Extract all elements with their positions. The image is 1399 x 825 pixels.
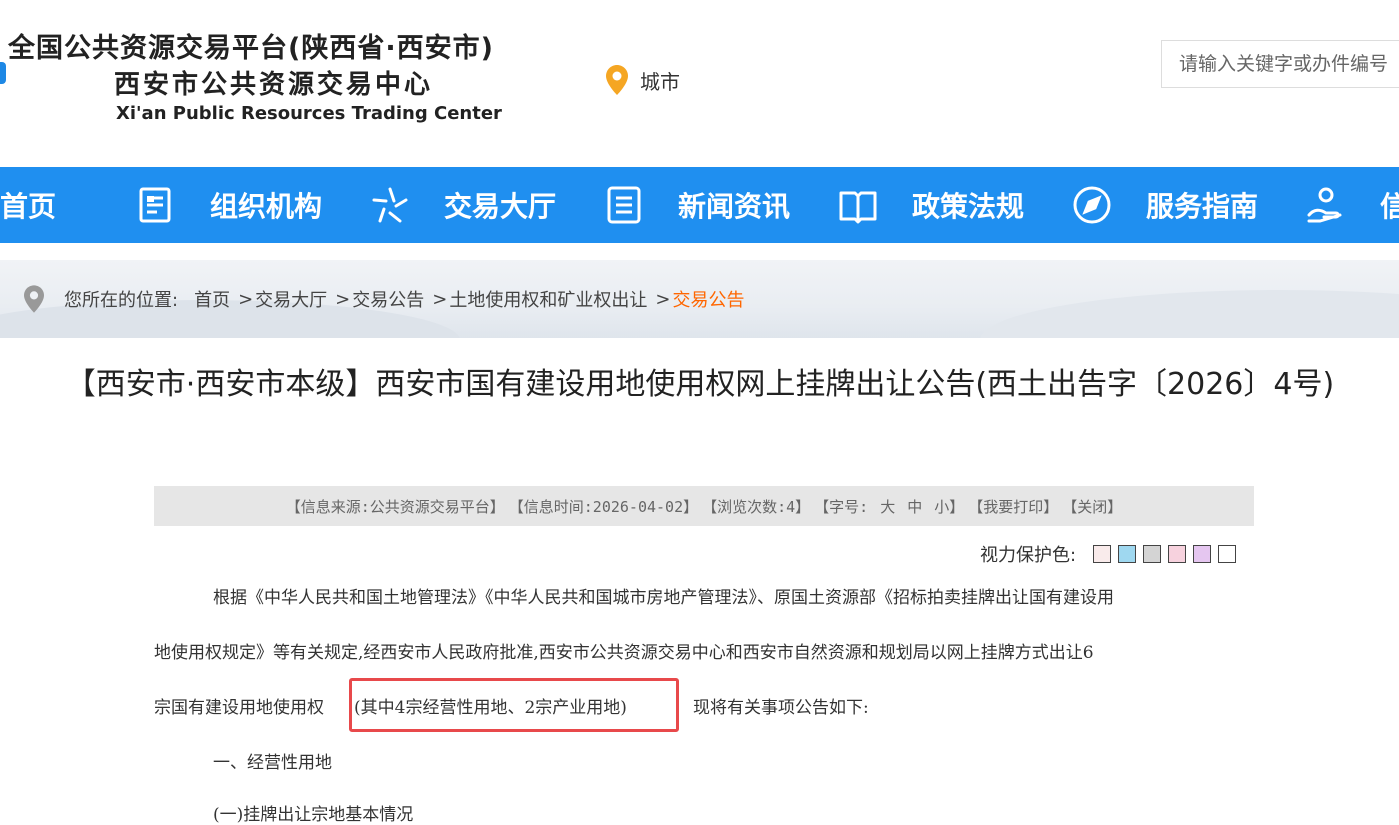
- vision-protection-label: 视力保护色:: [980, 545, 1077, 566]
- city-label: 城市: [640, 69, 680, 94]
- main-nav: 首页 组织机构 交易大厅 新闻资讯 政策法规 服务指南 信: [0, 167, 1399, 243]
- paragraph-line: 根据《中华人民共和国土地管理法》《中华人民共和国城市房地产管理法》、原国土资源部…: [213, 588, 1114, 608]
- vision-color-swatch[interactable]: [1093, 545, 1112, 563]
- meta-source: 【信息来源:公共资源交易平台】: [285, 497, 505, 516]
- nav-item-policy[interactable]: 政策法规: [838, 167, 1024, 243]
- site-title: 全国公共资源交易平台(陕西省·西安市): [8, 33, 494, 64]
- subsection-heading: (一)挂牌出让宗地基本情况: [213, 805, 414, 825]
- highlight-box: [349, 678, 679, 732]
- vision-color-swatch[interactable]: [1168, 545, 1187, 563]
- nav-item-label: 组织机构: [210, 190, 323, 223]
- font-size-medium-button[interactable]: 中: [907, 496, 922, 517]
- paragraph-line: 地使用权规定》等有关规定,经西安市人民政府批准,西安市公共资源交易中心和西安市自…: [154, 643, 1094, 663]
- search-input[interactable]: [1161, 40, 1399, 88]
- font-size-small-button[interactable]: 小】: [934, 496, 964, 517]
- book-icon: [838, 185, 878, 225]
- nav-item-trading-hall[interactable]: 交易大厅: [370, 167, 556, 243]
- vision-color-swatch[interactable]: [1193, 545, 1212, 563]
- meta-time: 【信息时间:2026-04-02】: [508, 497, 699, 516]
- paragraph-line: 现将有关事项公告如下:: [693, 698, 869, 718]
- location-icon: [24, 285, 44, 313]
- breadcrumb-prefix: 您所在的位置:: [64, 290, 179, 311]
- logo-mark: [0, 62, 6, 84]
- breadcrumb: 您所在的位置: 首页 > 交易大厅 > 交易公告 > 土地使用权和矿业权出让 >…: [24, 260, 744, 338]
- site-title-english: Xi'an Public Resources Trading Center: [116, 103, 502, 124]
- section-heading: 一、经营性用地: [213, 753, 332, 773]
- location-pin-icon: [606, 65, 628, 95]
- breadcrumb-trading-hall[interactable]: 交易大厅: [255, 286, 327, 312]
- breadcrumb-announcements[interactable]: 交易公告: [352, 286, 424, 312]
- nav-item-label: 服务指南: [1146, 190, 1259, 223]
- breadcrumb-separator: >: [655, 288, 671, 310]
- nav-item-label: 首页: [0, 190, 57, 223]
- meta-font-label: 【字号:: [814, 497, 869, 516]
- font-size-large-button[interactable]: 大: [880, 496, 895, 517]
- breadcrumb-land-rights[interactable]: 土地使用权和矿业权出让: [449, 286, 647, 312]
- nav-item-label: 政策法规: [912, 190, 1025, 223]
- breadcrumb-separator: >: [432, 288, 448, 310]
- breadcrumb-separator: >: [335, 288, 351, 310]
- city-selector[interactable]: 城市: [606, 64, 680, 96]
- vision-color-swatch[interactable]: [1118, 545, 1137, 563]
- site-header: 全国公共资源交易平台(陕西省·西安市) 西安市公共资源交易中心 Xi'an Pu…: [0, 0, 1399, 167]
- star-icon: [370, 185, 410, 225]
- close-button[interactable]: 【关闭】: [1062, 496, 1122, 517]
- list-icon: [604, 185, 644, 225]
- nav-item-organization[interactable]: 组织机构: [136, 167, 322, 243]
- vision-protection: 视力保护色:: [980, 540, 1237, 568]
- article-meta-bar: 【信息来源:公共资源交易平台】 【信息时间:2026-04-02】 【浏览次数:…: [154, 486, 1254, 526]
- hand-service-icon: [1306, 185, 1346, 225]
- nav-item-info[interactable]: 信: [1306, 167, 1399, 243]
- nav-item-label: 新闻资讯: [678, 190, 791, 223]
- vision-color-swatch[interactable]: [1143, 545, 1162, 563]
- nav-item-service-guide[interactable]: 服务指南: [1072, 167, 1258, 243]
- breadcrumb-home[interactable]: 首页: [194, 286, 230, 312]
- document-icon: [136, 185, 176, 225]
- site-subtitle: 西安市公共资源交易中心: [114, 70, 434, 100]
- nav-item-label: 信: [1380, 190, 1399, 223]
- paragraph-line: 宗国有建设用地使用权: [154, 698, 324, 718]
- breadcrumb-separator: >: [238, 288, 254, 310]
- print-button[interactable]: 【我要打印】: [968, 496, 1058, 517]
- nav-item-home[interactable]: 首页: [0, 167, 56, 243]
- compass-icon: [1072, 185, 1112, 225]
- breadcrumb-bar: 您所在的位置: 首页 > 交易大厅 > 交易公告 > 土地使用权和矿业权出让 >…: [0, 260, 1399, 338]
- vision-color-swatch[interactable]: [1218, 545, 1237, 563]
- nav-item-news[interactable]: 新闻资讯: [604, 167, 790, 243]
- article-title: 【西安市·西安市本级】西安市国有建设用地使用权网上挂牌出让公告(西土出告字〔20…: [65, 367, 1335, 402]
- breadcrumb-current[interactable]: 交易公告: [672, 286, 744, 312]
- meta-views: 【浏览次数:4】: [702, 497, 811, 516]
- nav-item-label: 交易大厅: [444, 190, 557, 223]
